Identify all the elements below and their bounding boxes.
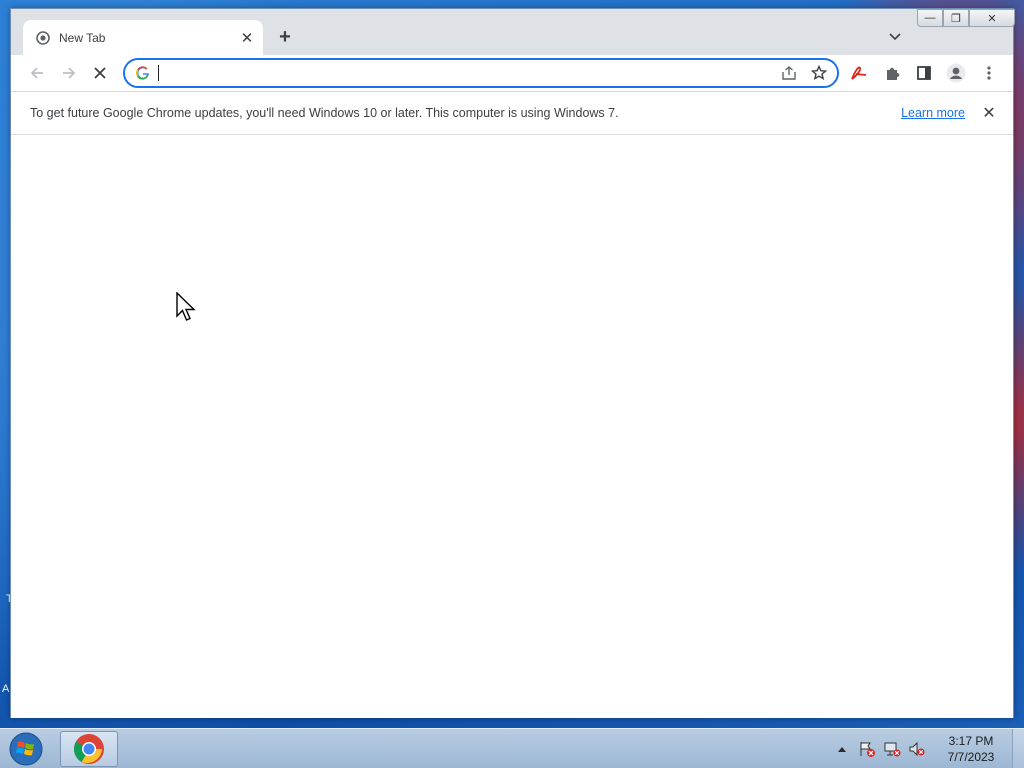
- taskbar: 3:17 PM 7/7/2023: [0, 728, 1024, 768]
- tab-strip: New Tab ✕ + — ❐ ✕: [11, 9, 1015, 55]
- browser-toolbar: [11, 55, 1013, 91]
- infobar-close-icon[interactable]: ✕: [979, 103, 999, 123]
- chrome-window: New Tab ✕ + — ❐ ✕ To get future Google C…: [10, 8, 1015, 718]
- bookmark-star-icon[interactable]: [807, 61, 831, 85]
- start-button[interactable]: [6, 730, 46, 768]
- back-arrow-icon[interactable]: [25, 61, 49, 85]
- taskbar-chrome-button[interactable]: [60, 731, 118, 767]
- google-g-icon: [134, 64, 152, 82]
- restore-button[interactable]: ❐: [943, 9, 969, 27]
- forward-arrow-icon[interactable]: [57, 61, 81, 85]
- acrobat-extension-icon[interactable]: [847, 61, 871, 85]
- clock-date: 7/7/2023: [947, 750, 995, 764]
- system-tray: 3:17 PM 7/7/2023: [832, 729, 1024, 768]
- show-desktop-button[interactable]: [1012, 729, 1024, 768]
- extensions-puzzle-icon[interactable]: [880, 61, 904, 85]
- desktop-icon-label: A: [2, 683, 10, 695]
- minimize-button[interactable]: —: [917, 9, 943, 27]
- window-controls: — ❐ ✕: [917, 9, 1015, 29]
- tab-title: New Tab: [59, 30, 106, 45]
- chrome-favicon-icon: [35, 30, 51, 46]
- action-center-flag-icon[interactable]: [857, 739, 877, 759]
- learn-more-link[interactable]: Learn more: [901, 106, 965, 120]
- share-icon[interactable]: [777, 61, 801, 85]
- update-infobar: To get future Google Chrome updates, you…: [11, 91, 1013, 135]
- tray-expand-arrow-icon[interactable]: [832, 739, 852, 759]
- tab-close-icon[interactable]: ✕: [237, 28, 257, 48]
- side-panel-icon[interactable]: [912, 61, 936, 85]
- tab-new-tab[interactable]: New Tab ✕: [23, 20, 263, 55]
- clock-time: 3:17 PM: [948, 734, 994, 748]
- page-content: [11, 135, 1013, 718]
- taskbar-clock[interactable]: 3:17 PM 7/7/2023: [936, 733, 1006, 765]
- network-icon[interactable]: [882, 739, 902, 759]
- chrome-logo-icon: [73, 734, 104, 764]
- more-menu-icon[interactable]: [977, 61, 1001, 85]
- profile-avatar-icon[interactable]: [944, 61, 968, 85]
- infobar-message: To get future Google Chrome updates, you…: [30, 106, 619, 120]
- volume-muted-icon[interactable]: [907, 739, 927, 759]
- address-bar[interactable]: [123, 58, 839, 88]
- new-tab-button[interactable]: +: [273, 25, 297, 49]
- tab-search-chevron-icon[interactable]: [883, 25, 907, 49]
- close-window-button[interactable]: ✕: [969, 9, 1015, 27]
- stop-loading-icon[interactable]: [88, 61, 112, 85]
- windows-logo-icon: [9, 732, 43, 766]
- omnibox-input[interactable]: [159, 62, 777, 84]
- mouse-cursor-icon: [176, 292, 196, 321]
